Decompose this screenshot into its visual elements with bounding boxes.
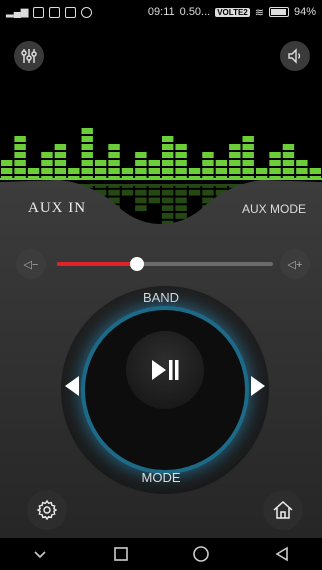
volume-down-button[interactable]: ◁− — [16, 249, 46, 279]
band-button[interactable]: BAND — [0, 290, 322, 305]
spectrum-bar-segment — [14, 152, 26, 158]
spectrum-bar-segment — [229, 152, 241, 158]
status-speed: 0.50... — [179, 6, 211, 18]
spectrum-bar-segment — [282, 144, 295, 150]
spectrum-bar-segment — [81, 128, 93, 134]
home-icon — [273, 500, 293, 519]
status-notification-icons: ▂▄▆ — [6, 6, 93, 18]
spectrum-bar-segment — [14, 136, 26, 142]
back-triangle-icon — [275, 546, 288, 562]
nav-home-button[interactable] — [187, 540, 215, 568]
source-mode: AUX MODE — [241, 202, 306, 216]
volume-slider[interactable] — [57, 257, 273, 271]
spectrum-bar-segment — [242, 144, 254, 150]
next-button[interactable] — [251, 376, 265, 396]
previous-button[interactable] — [65, 376, 79, 396]
status-time: 09:11 — [147, 6, 175, 18]
spectrum-bar-segment — [175, 144, 187, 150]
nav-back-button[interactable] — [268, 540, 296, 568]
status-bar: ▂▄▆ 09:11 0.50... VOLTE2 ≋ 94% — [0, 0, 322, 24]
spectrum-bar-segment — [108, 144, 120, 150]
notification-icon — [49, 6, 61, 18]
volume-up-button[interactable]: ◁+ — [280, 249, 310, 279]
notification-icon — [33, 6, 45, 18]
volume-slider-thumb[interactable] — [129, 257, 144, 271]
spectrum-bar-segment — [81, 136, 93, 142]
source-label: AUX IN — [28, 200, 87, 216]
gear-icon — [36, 499, 58, 521]
spectrum-bar-segment — [162, 144, 174, 150]
home-button[interactable] — [263, 490, 303, 530]
spectrum-bar-segment — [202, 152, 214, 158]
equalizer-icon — [21, 49, 37, 63]
settings-button[interactable] — [27, 490, 67, 530]
circle-icon — [193, 546, 210, 562]
speaker-icon — [288, 48, 301, 64]
spectrum-bar-segment — [269, 152, 281, 158]
notification-icon — [65, 6, 77, 18]
system-navigation-bar — [0, 538, 322, 570]
notification-icon — [81, 6, 93, 18]
equalizer-button[interactable] — [14, 41, 44, 71]
spectrum-bar-segment — [242, 136, 254, 142]
volume-down-icon: ◁− — [23, 258, 39, 271]
speaker-button[interactable] — [280, 41, 310, 71]
status-system-info: 09:11 0.50... VOLTE2 ≋ 94% — [148, 6, 316, 19]
spectrum-bar-segment — [242, 152, 254, 158]
square-icon — [113, 547, 128, 561]
spectrum-bar-segment — [135, 152, 147, 158]
volume-slider-fill — [57, 262, 137, 266]
volume-up-icon: ◁+ — [287, 258, 303, 271]
battery-icon — [268, 7, 289, 17]
spectrum-bar-segment — [282, 152, 295, 158]
spectrum-bar-segment — [162, 136, 174, 142]
chevron-down-icon — [34, 551, 46, 559]
spectrum-bar-segment — [41, 152, 53, 158]
spectrum-bar-segment — [81, 152, 93, 158]
volte-badge: VOLTE2 — [215, 7, 250, 17]
play-pause-button[interactable] — [126, 331, 204, 409]
spectrum-bar-segment — [108, 152, 120, 158]
spectrum-bar-segment — [54, 144, 67, 150]
nav-collapse-button[interactable] — [26, 540, 54, 568]
battery-percent: 94% — [293, 6, 316, 18]
nav-recents-button[interactable] — [107, 540, 135, 568]
spectrum-bar-segment — [162, 152, 174, 158]
spectrum-bar-segment — [14, 144, 26, 150]
mode-button[interactable]: MODE — [0, 470, 322, 485]
signal-icon: ▂▄▆ — [6, 6, 29, 18]
wifi-icon: ≋ — [254, 6, 264, 19]
spectrum-bar-segment — [54, 152, 67, 158]
spectrum-bar-segment — [229, 144, 241, 150]
spectrum-bar-segment — [175, 152, 187, 158]
play-pause-icon — [152, 360, 179, 380]
spectrum-bar-segment — [81, 144, 93, 150]
